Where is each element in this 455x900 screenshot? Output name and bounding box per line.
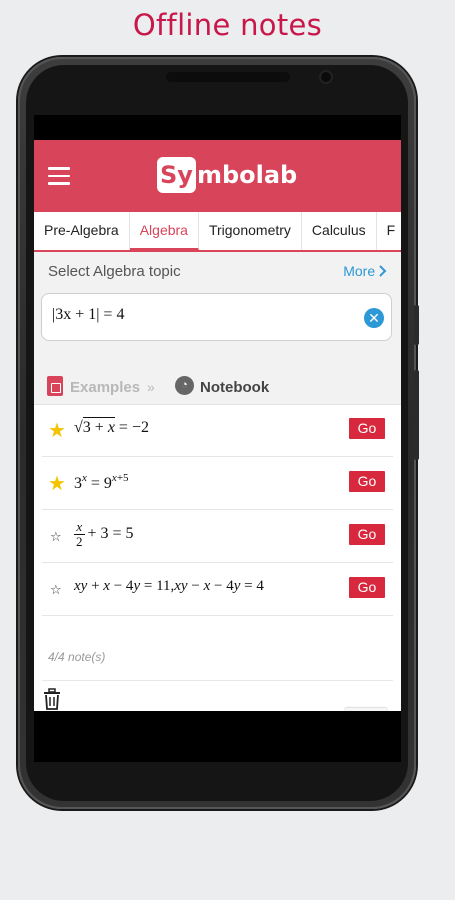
- section-tabs: Examples » ◔ Notebook: [34, 370, 401, 405]
- math-input-field[interactable]: |3x + 1| = 4 ✕: [41, 293, 392, 341]
- examples-chevron-icon: »: [147, 379, 155, 395]
- note-expression: xy + x − 4y = 11,xy − x − 4y = 4: [74, 578, 264, 594]
- list-item[interactable]: ★ √3 + x = −2 Go: [42, 404, 393, 457]
- topic-tabs: Pre-Algebra Algebra Trigonometry Calculus F: [34, 212, 401, 252]
- math-input-value: |3x + 1| = 4: [52, 306, 125, 323]
- tab-algebra[interactable]: Algebra: [129, 212, 199, 250]
- more-link[interactable]: More: [343, 263, 387, 279]
- clear-input-icon[interactable]: ✕: [364, 308, 384, 328]
- tab-trigonometry[interactable]: Trigonometry: [199, 212, 302, 250]
- input-area: |3x + 1| = 4 ✕: [34, 290, 401, 370]
- star-filled-icon[interactable]: ★: [48, 418, 66, 442]
- tab-pre-algebra[interactable]: Pre-Algebra: [34, 212, 130, 250]
- tab-examples[interactable]: Examples: [70, 379, 140, 396]
- examples-icon[interactable]: [47, 376, 63, 396]
- phone-volume-button: [414, 305, 419, 345]
- logo-box-text: Sy: [157, 157, 196, 193]
- note-expression: 3x = 9x+5: [74, 472, 129, 492]
- star-outline-icon[interactable]: ☆: [50, 583, 62, 598]
- phone-power-button: [414, 370, 419, 460]
- divider: [42, 680, 393, 681]
- trash-icon[interactable]: [42, 688, 62, 710]
- notes-count: 4/4 note(s): [48, 650, 106, 664]
- symbolab-logo: Sy mbolab: [157, 157, 297, 193]
- sort-filter-icon[interactable]: [344, 708, 388, 711]
- chevron-right-icon: [379, 265, 387, 277]
- tab-partial[interactable]: F: [377, 212, 401, 250]
- phone-screen: Sy mbolab Pre-Algebra Algebra Trigonometry…: [34, 115, 401, 762]
- topic-bar: Select Algebra topic More: [34, 252, 401, 290]
- more-link-text: More: [343, 263, 376, 279]
- notes-list: ★ √3 + x = −2 Go ★ 3x = 9x+5 Go ☆ x 2 + 3 …: [34, 404, 401, 616]
- logo-rest-text: mbolab: [196, 161, 298, 189]
- phone-camera: [321, 72, 331, 82]
- star-outline-icon[interactable]: ☆: [50, 530, 62, 545]
- tab-calculus[interactable]: Calculus: [302, 212, 377, 250]
- select-topic-label: Select Algebra topic: [48, 263, 181, 280]
- star-filled-icon[interactable]: ★: [48, 471, 66, 495]
- note-expression: √3 + x = −2: [74, 417, 149, 436]
- list-item[interactable]: ☆ xy + x − 4y = 11,xy − x − 4y = 4 Go: [42, 563, 393, 616]
- promo-title: Offline notes: [132, 8, 323, 42]
- go-button[interactable]: Go: [349, 418, 385, 439]
- list-item[interactable]: ☆ x 2 + 3 = 5 Go: [42, 510, 393, 563]
- menu-icon[interactable]: [48, 167, 70, 185]
- phone-speaker: [166, 72, 290, 82]
- note-expression: x 2 + 3 = 5: [74, 519, 134, 549]
- go-button[interactable]: Go: [349, 471, 385, 492]
- notebook-icon[interactable]: ◔: [175, 376, 194, 395]
- go-button[interactable]: Go: [349, 524, 385, 545]
- tab-notebook[interactable]: Notebook: [200, 379, 269, 396]
- list-item[interactable]: ★ 3x = 9x+5 Go: [42, 457, 393, 510]
- app-view: Sy mbolab Pre-Algebra Algebra Trigonometry…: [34, 140, 401, 711]
- go-button[interactable]: Go: [349, 577, 385, 598]
- app-bar: Sy mbolab: [34, 140, 401, 212]
